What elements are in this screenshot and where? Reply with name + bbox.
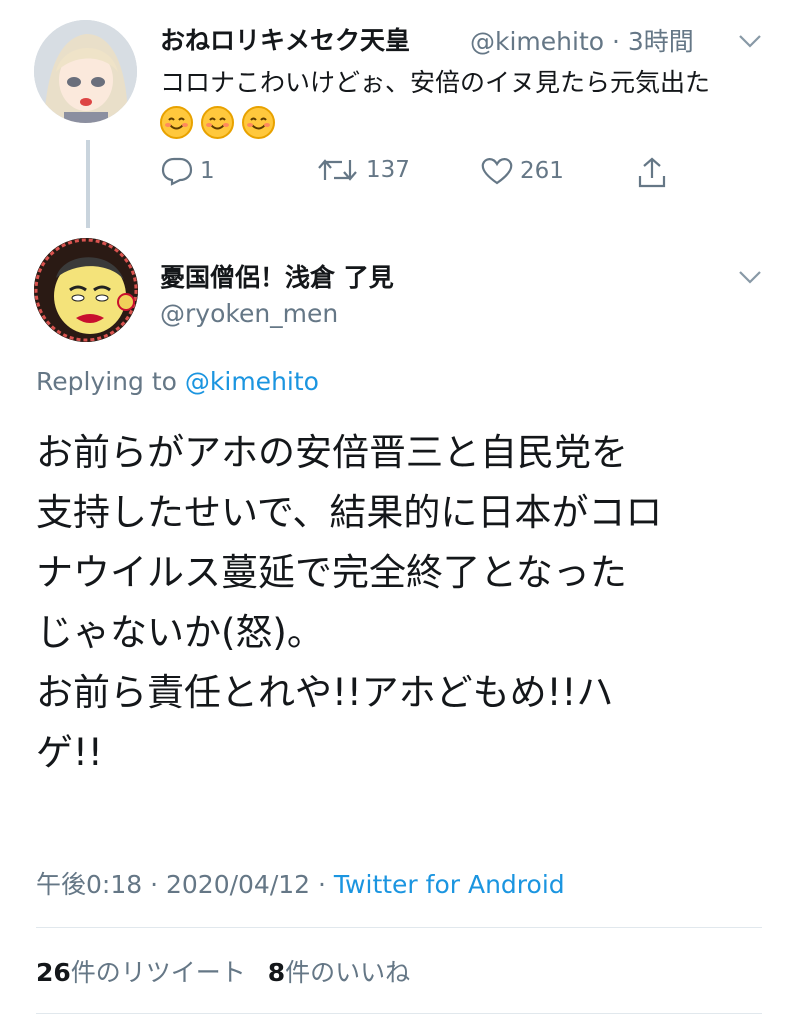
- likes-label: 件のいいね: [285, 958, 411, 987]
- divider: [36, 1013, 762, 1014]
- parent-meta: @kimehito · 3時間: [470, 22, 694, 58]
- smiling-face-emoji: [201, 106, 234, 139]
- retweets-count: 26: [36, 958, 71, 987]
- tweet-line: ゲ!!: [36, 731, 103, 774]
- like-button[interactable]: 261: [480, 156, 564, 186]
- tweet-footer: 午後0:18 · 2020/04/12 · Twitter for Androi…: [36, 865, 565, 901]
- tweet-line: じゃないか(怒)。: [36, 611, 324, 654]
- tweet-line: 支持したせいで、結果的に日本がコロ: [36, 491, 663, 534]
- retweets-label: 件のリツイート: [70, 958, 246, 987]
- parent-time[interactable]: 3時間: [628, 27, 694, 56]
- replying-label: Replying to: [36, 367, 177, 396]
- chevron-down-icon[interactable]: [737, 268, 763, 286]
- parent-avatar[interactable]: [34, 20, 137, 123]
- like-count: 261: [520, 158, 564, 184]
- main-tweet-text: お前らがアホの安倍晋三と自民党を 支持したせいで、結果的に日本がコロ ナウイルス…: [36, 423, 776, 783]
- smiling-face-emoji: [160, 106, 193, 139]
- footer-separator: ·: [142, 870, 166, 899]
- tweet-date: 2020/04/12: [165, 870, 311, 899]
- smiling-face-emoji: [242, 106, 275, 139]
- parent-handle[interactable]: @kimehito: [470, 27, 604, 56]
- main-display-name[interactable]: 憂国僧侶！浅倉 了見: [160, 258, 394, 294]
- tweet-line: ナウイルス蔓延で完全終了となった: [36, 551, 627, 594]
- reply-button[interactable]: 1: [160, 156, 215, 186]
- retweets-stat[interactable]: 26件のリツイート: [36, 958, 246, 987]
- parent-tweet-text: コロナこわいけどぉ、安倍のイヌ見たら元気出た: [160, 62, 720, 146]
- tweet-line: お前らがアホの安倍晋三と自民党を: [36, 431, 628, 474]
- parent-display-name[interactable]: おねロリキメセク天皇: [160, 21, 410, 57]
- footer-separator: ·: [310, 870, 334, 899]
- reply-icon: [161, 157, 193, 186]
- likes-count: 8: [267, 958, 286, 987]
- likes-stat[interactable]: 8件のいいね: [268, 958, 410, 987]
- meta-separator: ·: [604, 27, 628, 56]
- divider: [36, 927, 762, 928]
- main-handle[interactable]: @ryoken_men: [160, 299, 338, 328]
- retweet-button[interactable]: 137: [316, 156, 410, 184]
- retweet-count: 137: [366, 157, 410, 183]
- tweet-source-link[interactable]: Twitter for Android: [334, 870, 565, 899]
- chevron-down-icon[interactable]: [737, 32, 763, 50]
- heart-icon: [481, 158, 513, 185]
- replying-to: Replying to @kimehito: [36, 367, 319, 396]
- replying-to-link[interactable]: @kimehito: [185, 367, 319, 396]
- main-avatar[interactable]: [34, 238, 138, 342]
- tweet-time: 午後0:18: [36, 870, 143, 899]
- tweet-stats: 26件のリツイート 8件のいいね: [36, 953, 410, 989]
- parent-text: コロナこわいけどぉ、安倍のイヌ見たら元気出た: [160, 68, 711, 97]
- retweet-icon: [318, 159, 357, 181]
- thread-line: [86, 140, 90, 228]
- share-button[interactable]: [636, 156, 674, 190]
- share-icon: [638, 157, 666, 188]
- tweet-line: お前ら責任とれや!!アホどもめ!!ハ: [36, 671, 614, 714]
- reply-count: 1: [200, 158, 215, 184]
